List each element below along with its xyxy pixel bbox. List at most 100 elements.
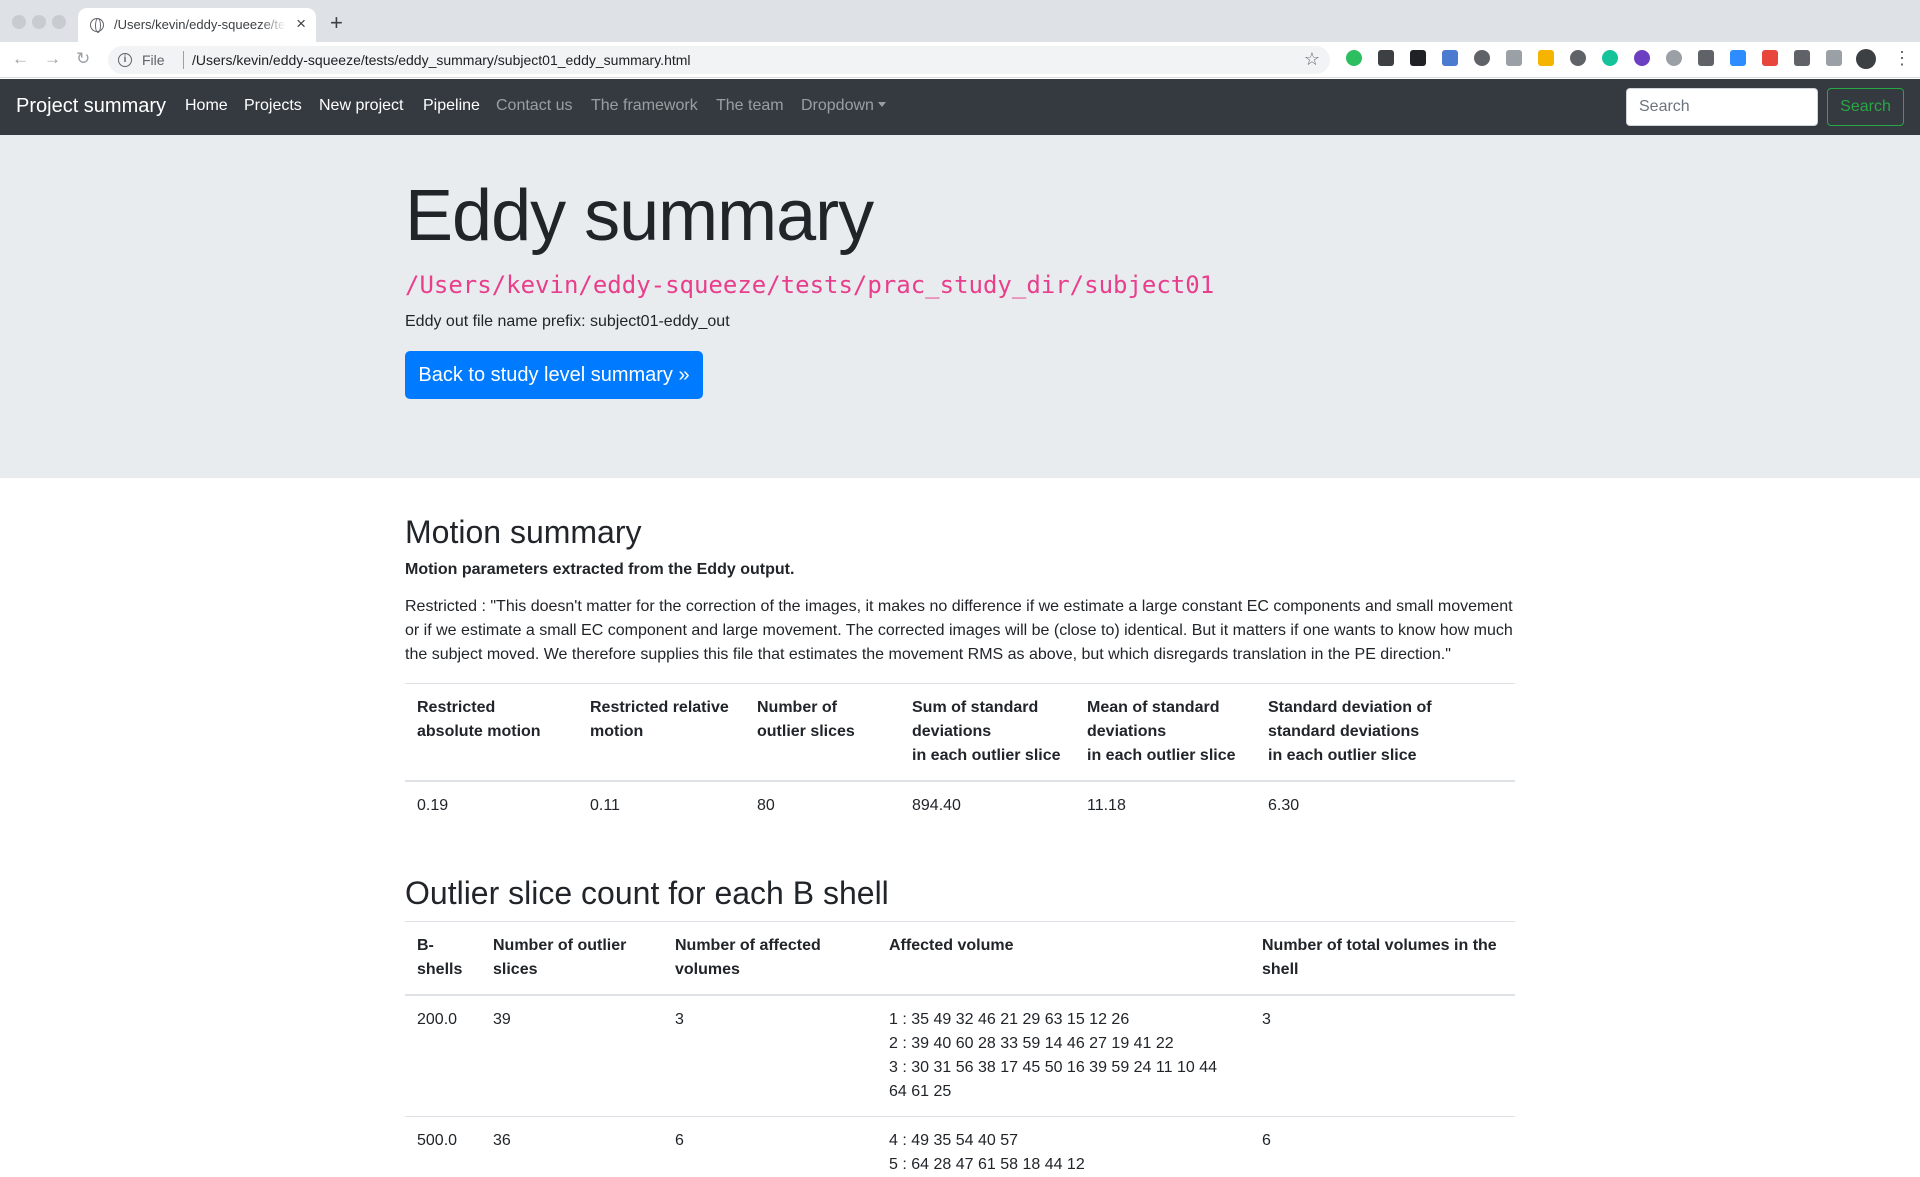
table-cell: 6 bbox=[1250, 1115, 1515, 1177]
extension-icon[interactable] bbox=[1538, 50, 1554, 66]
header-line: deviations bbox=[912, 723, 992, 741]
table-row: 200.0 39 3 1 : 35 49 32 46 21 29 63 15 1… bbox=[405, 994, 1515, 1117]
table-cell: 39 bbox=[481, 994, 663, 1117]
window-close-control[interactable] bbox=[12, 15, 26, 29]
info-icon[interactable]: i bbox=[118, 53, 132, 67]
nav-link-projects[interactable]: Projects bbox=[244, 97, 302, 115]
reload-icon[interactable]: ↻ bbox=[76, 48, 90, 70]
table-cell: 6 bbox=[663, 1115, 877, 1177]
search-input[interactable] bbox=[1626, 88, 1818, 126]
nav-link-new-project[interactable]: New project bbox=[319, 97, 403, 115]
table-cell: 80 bbox=[745, 780, 900, 831]
table-header: Restricted absolute motion bbox=[405, 683, 578, 783]
table-header: Affected volume bbox=[877, 920, 1250, 996]
table-header-row: Restricted absolute motion Restricted rel… bbox=[405, 683, 1515, 783]
header-line: Restricted bbox=[417, 699, 496, 717]
extension-icon[interactable] bbox=[1442, 50, 1458, 66]
jumbotron-header: Eddy summary /Users/kevin/eddy-squeeze/t… bbox=[0, 135, 1920, 478]
header-line: motion bbox=[590, 723, 644, 741]
table-header: Number of total volumes in the shell bbox=[1250, 920, 1515, 996]
menu-kebab-icon[interactable]: ⋮ bbox=[1893, 48, 1911, 68]
browser-tab-strip: /Users/kevin/eddy-squeeze/tests/eddy_sum… bbox=[0, 0, 1920, 42]
browser-toolbar: ← → ↻ i File /Users/kevin/eddy-squeeze/t… bbox=[0, 42, 1920, 78]
table-header: Standard deviation of standard deviations… bbox=[1256, 683, 1515, 783]
globe-icon bbox=[90, 18, 104, 33]
header-line: in each outlier slice bbox=[1268, 747, 1417, 765]
outlier-heading: Outlier slice count for each B shell bbox=[405, 875, 889, 912]
table-header: Number of outlier slices bbox=[481, 920, 663, 996]
extension-icon[interactable] bbox=[1634, 50, 1650, 66]
table-cell: 1 : 35 49 32 46 21 29 63 15 12 26 2 : 39… bbox=[877, 994, 1250, 1117]
subject-path: /Users/kevin/eddy-squeeze/tests/prac_stu… bbox=[405, 271, 1215, 299]
nav-dropdown[interactable]: Dropdown bbox=[801, 97, 886, 115]
nav-link-contact-us[interactable]: Contact us bbox=[496, 97, 572, 115]
nav-link-the-framework[interactable]: The framework bbox=[591, 97, 698, 115]
nav-link-the-team[interactable]: The team bbox=[716, 97, 784, 115]
search-button[interactable]: Search bbox=[1827, 88, 1904, 126]
puzzle-icon[interactable] bbox=[1794, 50, 1810, 66]
window-minimize-control[interactable] bbox=[32, 15, 46, 29]
motion-subtitle: Motion parameters extracted from the Edd… bbox=[405, 561, 795, 579]
url-text[interactable]: /Users/kevin/eddy-squeeze/tests/eddy_sum… bbox=[192, 52, 691, 68]
caret-down-icon bbox=[877, 102, 886, 107]
table-header: Sum of standard deviations in each outlier… bbox=[900, 683, 1075, 783]
table-cell: 500.0 bbox=[405, 1115, 481, 1177]
extension-icon[interactable] bbox=[1506, 50, 1522, 66]
forward-icon[interactable]: → bbox=[44, 48, 61, 70]
evernote-extension-icon[interactable] bbox=[1346, 50, 1362, 66]
affected-volume-line: 5 : 64 28 47 61 58 18 44 12 bbox=[889, 1155, 1085, 1173]
table-row: 0.19 0.11 80 894.40 11.18 6.30 bbox=[405, 780, 1515, 831]
header-line: in each outlier slice bbox=[912, 747, 1061, 765]
back-to-study-summary-button[interactable]: Back to study level summary » bbox=[405, 351, 703, 399]
main-content: Motion summary Motion parameters extract… bbox=[405, 478, 1515, 1177]
address-bar[interactable]: i File /Users/kevin/eddy-squeeze/tests/e… bbox=[108, 46, 1330, 74]
header-line: in each outlier slice bbox=[1087, 747, 1236, 765]
table-header: Restricted relative motion bbox=[578, 683, 745, 783]
header-line: Mean of standard bbox=[1087, 699, 1220, 717]
extension-icon[interactable] bbox=[1698, 50, 1714, 66]
navbar-brand[interactable]: Project summary bbox=[16, 95, 166, 118]
table-cell: 0.19 bbox=[405, 780, 578, 831]
motion-table: Restricted absolute motion Restricted rel… bbox=[405, 683, 1515, 831]
bookmark-star-icon[interactable]: ☆ bbox=[1304, 49, 1320, 70]
browser-tab[interactable]: /Users/kevin/eddy-squeeze/tests/eddy_sum… bbox=[78, 8, 316, 42]
back-icon[interactable]: ← bbox=[12, 48, 29, 70]
table-cell: 11.18 bbox=[1075, 780, 1256, 831]
extension-icon[interactable] bbox=[1666, 50, 1682, 66]
tab-close-icon[interactable]: × bbox=[296, 14, 306, 34]
url-scheme: File bbox=[142, 52, 165, 68]
outlier-table: B-shells Number of outlier slices Number… bbox=[405, 920, 1515, 1177]
grammarly-extension-icon[interactable] bbox=[1602, 50, 1618, 66]
extension-icon[interactable] bbox=[1474, 50, 1490, 66]
header-line: absolute motion bbox=[417, 723, 541, 741]
table-cell: 3 bbox=[1250, 994, 1515, 1117]
table-cell: 4 : 49 35 54 40 57 5 : 64 28 47 61 58 18… bbox=[877, 1115, 1250, 1177]
zoom-extension-icon[interactable] bbox=[1730, 50, 1746, 66]
nav-link-home[interactable]: Home bbox=[185, 97, 228, 115]
header-line: deviations bbox=[1087, 723, 1167, 741]
extension-icon[interactable] bbox=[1410, 50, 1426, 66]
profile-avatar[interactable] bbox=[1856, 49, 1876, 69]
window-zoom-control[interactable] bbox=[52, 15, 66, 29]
table-header: B-shells bbox=[405, 920, 481, 996]
motion-summary-heading: Motion summary bbox=[405, 514, 642, 550]
affected-volume-line: 4 : 49 35 54 40 57 bbox=[889, 1131, 1018, 1149]
table-cell: 6.30 bbox=[1256, 780, 1515, 831]
eddy-prefix-text: Eddy out file name prefix: subject01-edd… bbox=[405, 313, 730, 330]
table-header-row: B-shells Number of outlier slices Number… bbox=[405, 920, 1515, 996]
reading-list-icon[interactable] bbox=[1826, 50, 1842, 66]
extension-icon[interactable] bbox=[1570, 50, 1586, 66]
nav-link-pipeline[interactable]: Pipeline bbox=[423, 97, 480, 115]
header-line: Sum of standard bbox=[912, 699, 1039, 717]
new-tab-button[interactable]: + bbox=[330, 11, 343, 35]
table-cell: 36 bbox=[481, 1115, 663, 1177]
table-row: 500.0 36 6 4 : 49 35 54 40 57 5 : 64 28 … bbox=[405, 1115, 1515, 1177]
table-header: Mean of standard deviations in each outlie… bbox=[1075, 683, 1256, 783]
extension-icon[interactable] bbox=[1762, 50, 1778, 66]
header-line: Standard deviation of bbox=[1268, 699, 1432, 717]
table-cell: 894.40 bbox=[900, 780, 1075, 831]
table-cell: 3 bbox=[663, 994, 877, 1117]
affected-volume-line: 1 : 35 49 32 46 21 29 63 15 12 26 bbox=[889, 1010, 1130, 1028]
extension-icon[interactable] bbox=[1378, 50, 1394, 66]
url-divider bbox=[183, 51, 184, 69]
